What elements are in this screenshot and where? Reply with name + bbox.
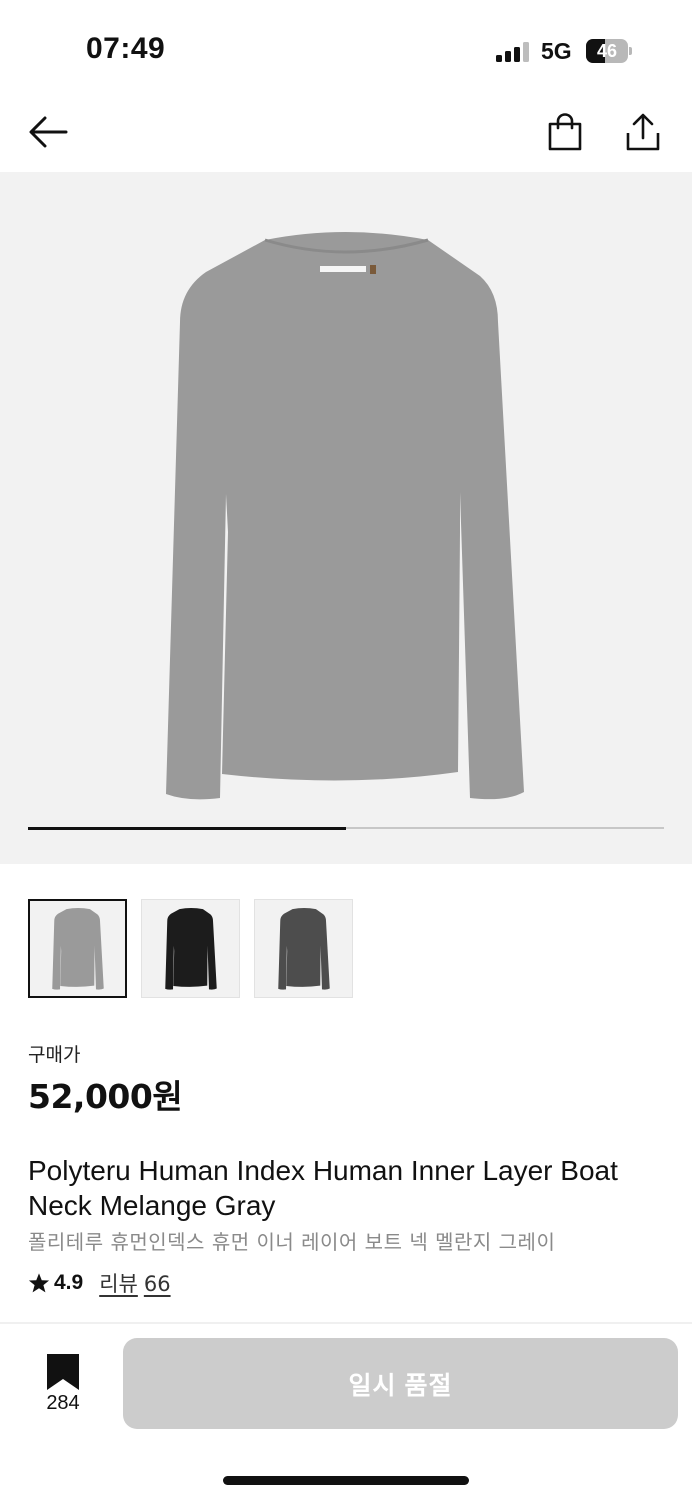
review-label: 리뷰 xyxy=(99,1272,138,1296)
status-bar: 07:49 5G 46 xyxy=(0,0,692,100)
battery-icon: 46 xyxy=(586,39,632,63)
gallery-progress-track xyxy=(28,826,664,830)
product-image-gallery[interactable] xyxy=(0,172,692,864)
shopping-bag-icon xyxy=(548,113,582,151)
share-icon xyxy=(626,113,660,151)
bookmark-button[interactable]: 284 xyxy=(28,1350,98,1420)
product-title-ko: 폴리테루 휴먼인덱스 휴먼 이너 레이어 보트 넥 멜란지 그레이 xyxy=(28,1230,556,1254)
review-count: 66 xyxy=(143,1272,171,1296)
bookmark-icon xyxy=(47,1354,79,1390)
thumbnail-list xyxy=(28,899,353,998)
thumbnail-image xyxy=(164,907,217,990)
arrow-left-icon xyxy=(29,116,68,148)
battery-percent: 46 xyxy=(596,41,618,61)
star-icon xyxy=(28,1273,50,1293)
top-nav xyxy=(0,100,692,172)
sold-out-button[interactable]: 일시 품절 xyxy=(123,1338,678,1429)
product-image xyxy=(166,232,524,800)
back-button[interactable] xyxy=(26,110,70,154)
cellular-signal-icon xyxy=(496,42,532,62)
product-title-en: Polyteru Human Index Human Inner Layer B… xyxy=(28,1155,618,1221)
rating-score: 4.9 xyxy=(54,1271,84,1294)
price-value: 52,000원 xyxy=(28,1077,183,1116)
thumbnail-gray[interactable] xyxy=(28,899,127,998)
share-button[interactable] xyxy=(621,110,665,154)
network-type: 5G xyxy=(541,38,572,64)
thumbnail-black[interactable] xyxy=(141,899,240,998)
thumbnail-image xyxy=(277,907,330,990)
rating-row: 4.9 리뷰 66 xyxy=(28,1268,171,1298)
review-link[interactable]: 리뷰 66 xyxy=(99,1268,170,1298)
status-time: 07:49 xyxy=(86,32,166,65)
shopping-bag-button[interactable] xyxy=(543,110,587,154)
gallery-progress-fill xyxy=(28,826,346,830)
thumbnail-image xyxy=(51,907,104,990)
bookmark-count: 284 xyxy=(46,1392,80,1414)
thumbnail-charcoal[interactable] xyxy=(254,899,353,998)
price-label: 구매가 xyxy=(28,1044,81,1066)
home-indicator xyxy=(223,1476,469,1485)
bottom-action-bar: 284 일시 품절 xyxy=(0,1324,692,1500)
